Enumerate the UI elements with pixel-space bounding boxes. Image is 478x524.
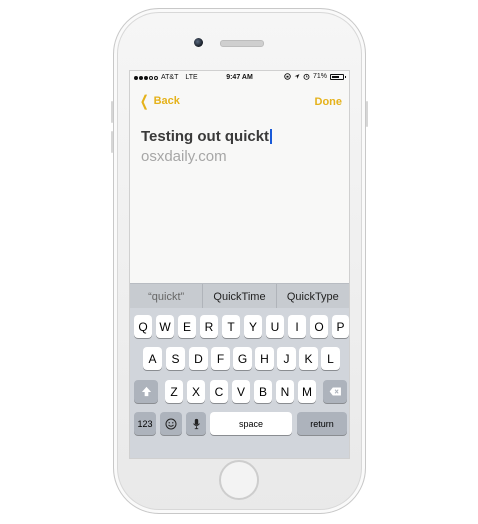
key-a[interactable]: A bbox=[143, 347, 162, 370]
key-e[interactable]: E bbox=[178, 315, 196, 338]
key-u[interactable]: U bbox=[266, 315, 284, 338]
location-icon bbox=[294, 74, 300, 79]
power-button bbox=[366, 101, 368, 127]
home-button[interactable] bbox=[219, 460, 259, 500]
note-typed-text: Testing out quickt bbox=[141, 128, 270, 145]
alarm-icon bbox=[303, 73, 310, 80]
chevron-left-icon: ❮ bbox=[139, 92, 149, 110]
text-cursor bbox=[270, 129, 272, 144]
key-g[interactable]: G bbox=[233, 347, 252, 370]
key-y[interactable]: Y bbox=[244, 315, 262, 338]
key-l[interactable]: L bbox=[321, 347, 340, 370]
key-t[interactable]: T bbox=[222, 315, 240, 338]
backspace-icon bbox=[329, 387, 341, 396]
navigation-bar: ❮ Back Done bbox=[130, 91, 349, 113]
battery-icon bbox=[330, 73, 346, 80]
key-z[interactable]: Z bbox=[165, 380, 183, 403]
note-suggestion-line: osxdaily.com bbox=[141, 148, 227, 165]
key-s[interactable]: S bbox=[166, 347, 185, 370]
iphone-device: AT&T LTE 9:47 AM 71% ❮ Back Done Testing… bbox=[111, 8, 368, 514]
key-m[interactable]: M bbox=[298, 380, 316, 403]
delete-key[interactable] bbox=[323, 380, 347, 403]
status-bar: AT&T LTE 9:47 AM 71% bbox=[130, 71, 349, 85]
quicktype-suggestion[interactable]: QuickTime bbox=[203, 284, 277, 309]
key-v[interactable]: V bbox=[232, 380, 250, 403]
done-button[interactable]: Done bbox=[315, 96, 343, 108]
key-c[interactable]: C bbox=[210, 380, 228, 403]
key-n[interactable]: N bbox=[276, 380, 294, 403]
emoji-icon bbox=[165, 418, 177, 429]
lock-rotation-icon bbox=[284, 73, 291, 80]
emoji-key[interactable] bbox=[160, 412, 182, 435]
key-j[interactable]: J bbox=[277, 347, 296, 370]
key-b[interactable]: B bbox=[254, 380, 272, 403]
key-o[interactable]: O bbox=[310, 315, 328, 338]
numbers-key[interactable]: 123 bbox=[134, 412, 156, 435]
key-k[interactable]: K bbox=[299, 347, 318, 370]
key-w[interactable]: W bbox=[156, 315, 174, 338]
volume-down-button bbox=[111, 131, 113, 153]
space-key[interactable]: space bbox=[210, 412, 292, 435]
note-body[interactable]: Testing out quickt osxdaily.com bbox=[141, 128, 341, 165]
microphone-icon bbox=[192, 418, 200, 429]
note-typed-line[interactable]: Testing out quickt bbox=[141, 128, 341, 145]
battery-percent: 71% bbox=[312, 73, 327, 80]
quicktype-suggestion[interactable]: “quickt” bbox=[130, 284, 204, 309]
keyboard: Q W E R T Y U I O P A S D F G H J K L Z … bbox=[130, 308, 349, 458]
shift-arrow-icon bbox=[141, 386, 151, 397]
earpiece-speaker bbox=[220, 40, 264, 47]
phone-screen: AT&T LTE 9:47 AM 71% ❮ Back Done Testing… bbox=[129, 70, 350, 459]
key-x[interactable]: X bbox=[187, 380, 205, 403]
shift-key[interactable] bbox=[134, 380, 158, 403]
return-key[interactable]: return bbox=[297, 412, 347, 435]
key-i[interactable]: I bbox=[288, 315, 306, 338]
back-label: Back bbox=[153, 95, 180, 107]
key-d[interactable]: D bbox=[189, 347, 208, 370]
key-q[interactable]: Q bbox=[134, 315, 152, 338]
key-h[interactable]: H bbox=[255, 347, 274, 370]
quicktype-bar: “quickt” QuickTime QuickType bbox=[130, 283, 349, 309]
key-r[interactable]: R bbox=[200, 315, 218, 338]
key-f[interactable]: F bbox=[211, 347, 230, 370]
status-right: 71% bbox=[284, 73, 346, 80]
back-button[interactable]: ❮ Back bbox=[138, 92, 180, 110]
front-camera bbox=[194, 38, 203, 47]
volume-up-button bbox=[111, 101, 113, 123]
key-p[interactable]: P bbox=[332, 315, 349, 338]
quicktype-suggestion[interactable]: QuickType bbox=[277, 284, 349, 309]
dictation-key[interactable] bbox=[186, 412, 206, 435]
